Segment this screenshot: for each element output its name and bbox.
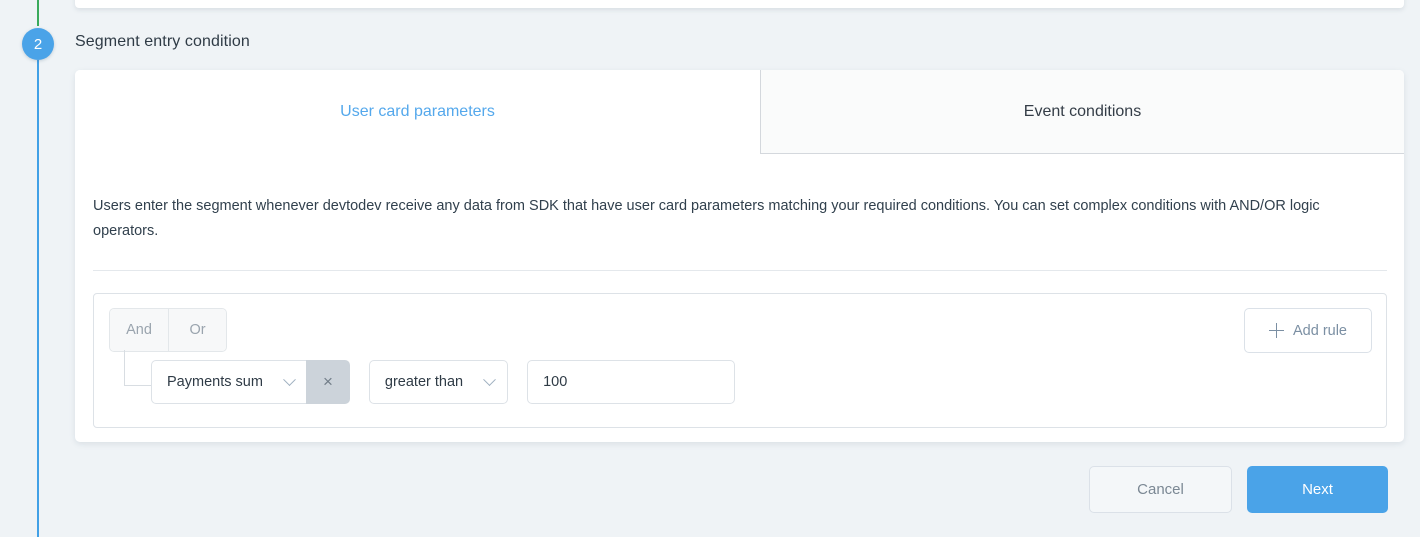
logic-operator-or-button[interactable]: Or — [168, 309, 226, 351]
chevron-down-icon — [283, 372, 296, 386]
rule-value-input[interactable] — [527, 360, 736, 404]
add-rule-label: Add rule — [1292, 322, 1347, 339]
previous-step-card — [75, 0, 1404, 8]
plus-icon — [1268, 323, 1284, 338]
segment-condition-card: User card parameters Event conditions Us… — [75, 70, 1404, 442]
tab-event-conditions[interactable]: Event conditions — [760, 70, 1404, 154]
tab-user-card-parameters[interactable]: User card parameters — [75, 70, 760, 154]
next-label: Next — [1302, 481, 1333, 498]
rule-connector-vertical — [124, 350, 125, 386]
footer-actions: Cancel Next — [0, 466, 1404, 513]
page-title: Segment entry condition — [75, 33, 250, 50]
tab-description: Users enter the segment whenever devtode… — [93, 194, 1387, 271]
logic-operator-and-button[interactable]: And — [110, 309, 168, 351]
tab-label: Event conditions — [1023, 102, 1142, 120]
chevron-down-icon — [483, 372, 496, 386]
next-button[interactable]: Next — [1247, 466, 1388, 513]
logic-operator-group: And Or — [109, 308, 227, 352]
segment-entry-condition-screen: 2 Segment entry condition User card para… — [0, 0, 1420, 537]
add-rule-button[interactable]: Add rule — [1244, 308, 1372, 353]
rule-connector-horizontal — [124, 385, 152, 386]
rule-row: Payments sum × greater than — [151, 360, 736, 404]
close-icon: × — [322, 372, 333, 391]
step-number-badge: 2 — [22, 28, 54, 60]
cancel-label: Cancel — [1137, 481, 1184, 498]
rule-field-select[interactable]: Payments sum — [151, 360, 306, 404]
tab-label: User card parameters — [340, 102, 495, 120]
cancel-button[interactable]: Cancel — [1089, 466, 1232, 513]
rule-field-value: Payments sum — [167, 374, 263, 390]
logic-operator-label: Or — [189, 322, 206, 338]
rule-builder: And Or Payments sum × greater than 100 A… — [93, 293, 1387, 428]
rule-operator-value: greater than — [384, 374, 464, 390]
logic-operator-label: And — [126, 322, 152, 338]
tab-bar: User card parameters Event conditions — [75, 70, 1404, 154]
rule-operator-select[interactable]: greater than — [368, 360, 509, 404]
rule-clear-button[interactable]: × — [305, 360, 350, 404]
timeline-line-completed — [37, 0, 39, 26]
